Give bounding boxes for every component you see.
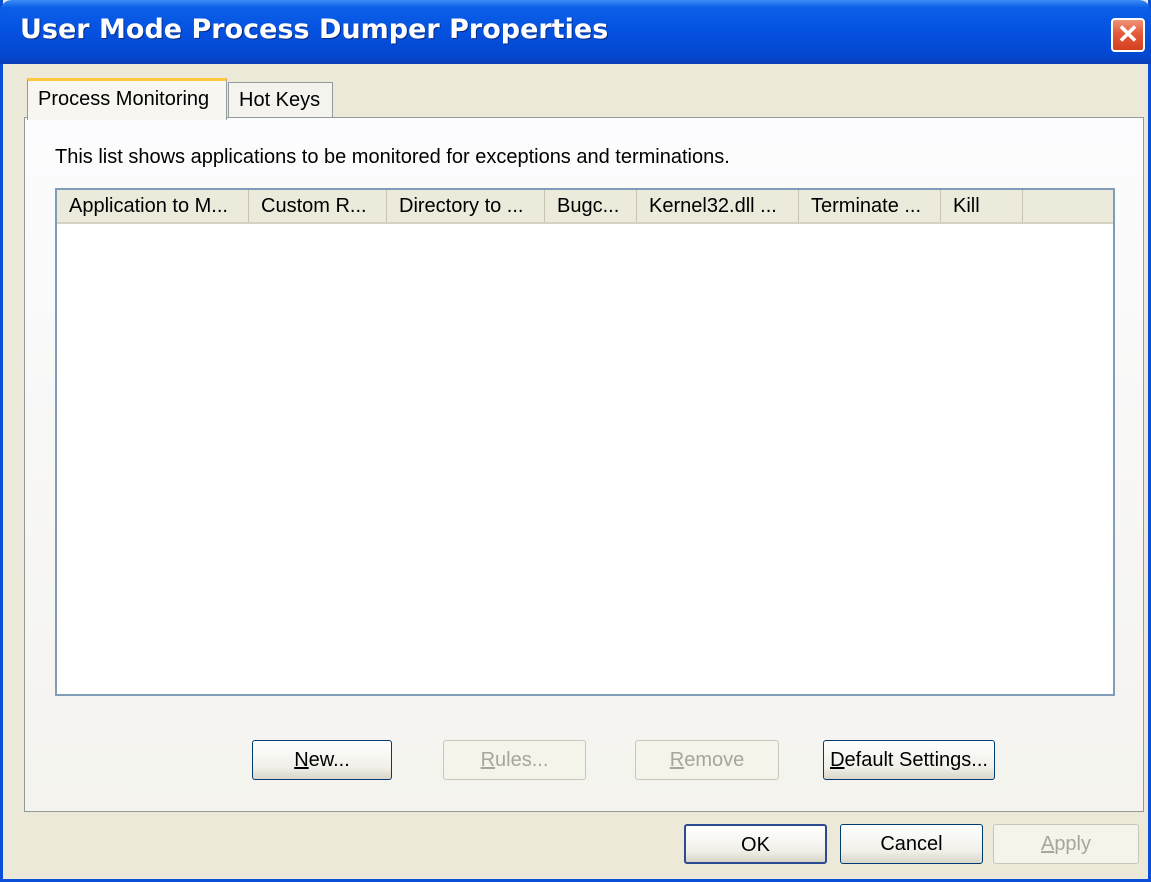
list-header: Application to M... Custom R... Director… bbox=[57, 190, 1113, 224]
tab-process-monitoring[interactable]: Process Monitoring bbox=[27, 78, 227, 120]
button-label: OK bbox=[741, 834, 770, 856]
tab-label: Hot Keys bbox=[239, 89, 321, 111]
column-header-kill[interactable]: Kill bbox=[941, 190, 1023, 222]
cancel-button[interactable]: Cancel bbox=[840, 824, 983, 864]
button-label: efault Settings... bbox=[844, 749, 988, 771]
button-label: Cancel bbox=[880, 833, 943, 855]
description-text: This list shows applications to be monit… bbox=[55, 146, 730, 168]
mnemonic: R bbox=[669, 749, 685, 771]
tab-panel-process-monitoring: This list shows applications to be monit… bbox=[24, 117, 1144, 812]
column-header-terminate[interactable]: Terminate ... bbox=[799, 190, 941, 222]
monitored-apps-list[interactable]: Application to M... Custom R... Director… bbox=[55, 188, 1115, 696]
title-bar[interactable]: User Mode Process Dumper Properties ✕ bbox=[0, 0, 1151, 64]
rules-button[interactable]: Rules... bbox=[443, 740, 586, 780]
button-label: ules... bbox=[495, 749, 549, 771]
column-header-directory[interactable]: Directory to ... bbox=[387, 190, 545, 222]
button-label: ew... bbox=[308, 749, 350, 771]
button-label: emove bbox=[684, 749, 745, 771]
column-header-filler bbox=[1023, 190, 1113, 222]
tab-label: Process Monitoring bbox=[38, 88, 210, 110]
apply-button[interactable]: Apply bbox=[993, 824, 1139, 864]
mnemonic: D bbox=[830, 749, 845, 771]
new-button[interactable]: New... bbox=[252, 740, 392, 780]
column-header-bugcheck[interactable]: Bugc... bbox=[545, 190, 637, 222]
window-title: User Mode Process Dumper Properties bbox=[20, 14, 609, 45]
ok-button[interactable]: OK bbox=[684, 824, 827, 864]
close-button[interactable]: ✕ bbox=[1111, 18, 1145, 52]
default-settings-button[interactable]: Default Settings... bbox=[823, 740, 995, 780]
tab-hot-keys[interactable]: Hot Keys bbox=[228, 82, 333, 118]
column-header-kernel32[interactable]: Kernel32.dll ... bbox=[637, 190, 799, 222]
properties-dialog: User Mode Process Dumper Properties ✕ Pr… bbox=[0, 0, 1151, 882]
mnemonic: A bbox=[1040, 833, 1055, 855]
close-icon: ✕ bbox=[1117, 19, 1139, 49]
column-header-application[interactable]: Application to M... bbox=[57, 190, 249, 222]
column-header-custom-rules[interactable]: Custom R... bbox=[249, 190, 387, 222]
mnemonic: R bbox=[480, 749, 496, 771]
remove-button[interactable]: Remove bbox=[635, 740, 779, 780]
mnemonic: N bbox=[294, 749, 309, 771]
button-label: pply bbox=[1054, 833, 1092, 855]
